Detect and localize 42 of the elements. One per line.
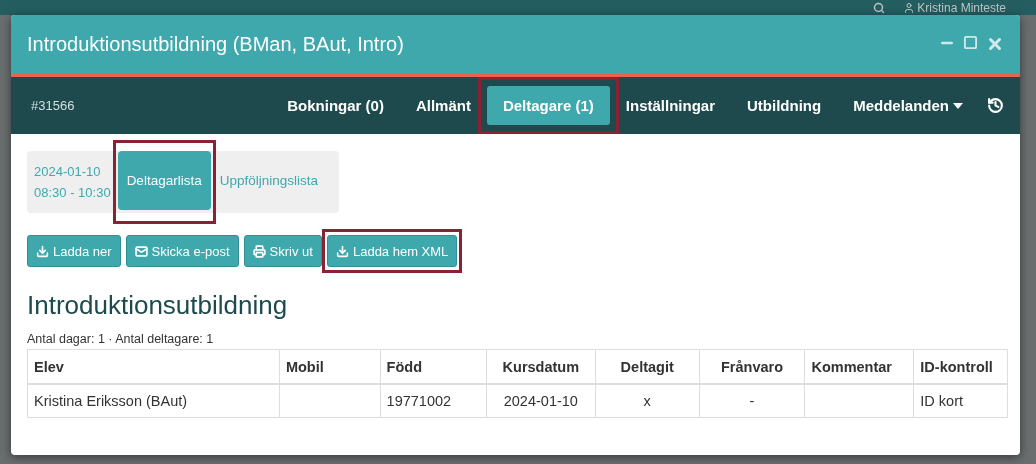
history-icon[interactable] [987,97,1004,114]
envelope-icon [134,244,148,258]
column-header: Deltagit [595,349,700,384]
column-header: Född [380,349,487,384]
toolbar-button[interactable]: Ladda ner [27,235,121,267]
column-header: Mobil [279,349,381,384]
nav-tab[interactable]: Meddelanden [837,86,979,125]
table-cell: Kristina Eriksson (BAut) [27,384,280,418]
sub-tab[interactable]: Uppföljningslista [210,151,327,210]
session-time[interactable]: 08:30 - 10:30 [34,182,111,203]
column-header: Kursdatum [486,349,596,384]
toolbar-button[interactable]: Ladda hem XML [326,235,458,267]
nav-tab[interactable]: Deltagare (1) [486,86,610,125]
toolbar-button[interactable]: Skriv ut [243,235,322,267]
record-id: #31566 [31,98,75,113]
session-date[interactable]: 2024-01-10 [34,161,111,182]
toolbar-button[interactable]: Skicka e-post [125,235,239,267]
table-cell: ID kort [913,384,1008,418]
column-header: ID-kontroll [913,349,1008,384]
table-cell: 19771002 [380,384,487,418]
user-name[interactable]: Kristina Minteste [917,0,1006,15]
maximize-icon[interactable] [963,35,978,50]
table-cell: 2024-01-10 [486,384,596,418]
close-icon[interactable] [986,35,1004,53]
table-cell: x [595,384,700,418]
nav-tab[interactable]: Allmänt [399,86,487,125]
column-header: Kommentar [804,349,914,384]
column-header: Frånvaro [699,349,805,384]
nav-tab[interactable]: Utbildning [731,86,838,125]
column-header: Elev [27,349,280,384]
nav-tab[interactable]: Bokningar (0) [271,86,400,125]
table-cell: - [699,384,805,418]
user-icon [903,1,916,14]
search-icon[interactable] [873,1,886,14]
window-title: Introduktionsutbildning (BMan, BAut, Intro) [27,32,404,56]
summary-text: Antal dagar: 1 · Antal deltagare: 1 [27,332,215,346]
printer-icon [252,244,266,258]
download-icon [36,244,49,258]
course-heading: Introduktionsutbildning [27,290,289,321]
sub-tab[interactable]: Deltagarlista [117,151,211,210]
nav-tab[interactable]: Inställningar [609,86,731,125]
download-icon [335,244,349,258]
